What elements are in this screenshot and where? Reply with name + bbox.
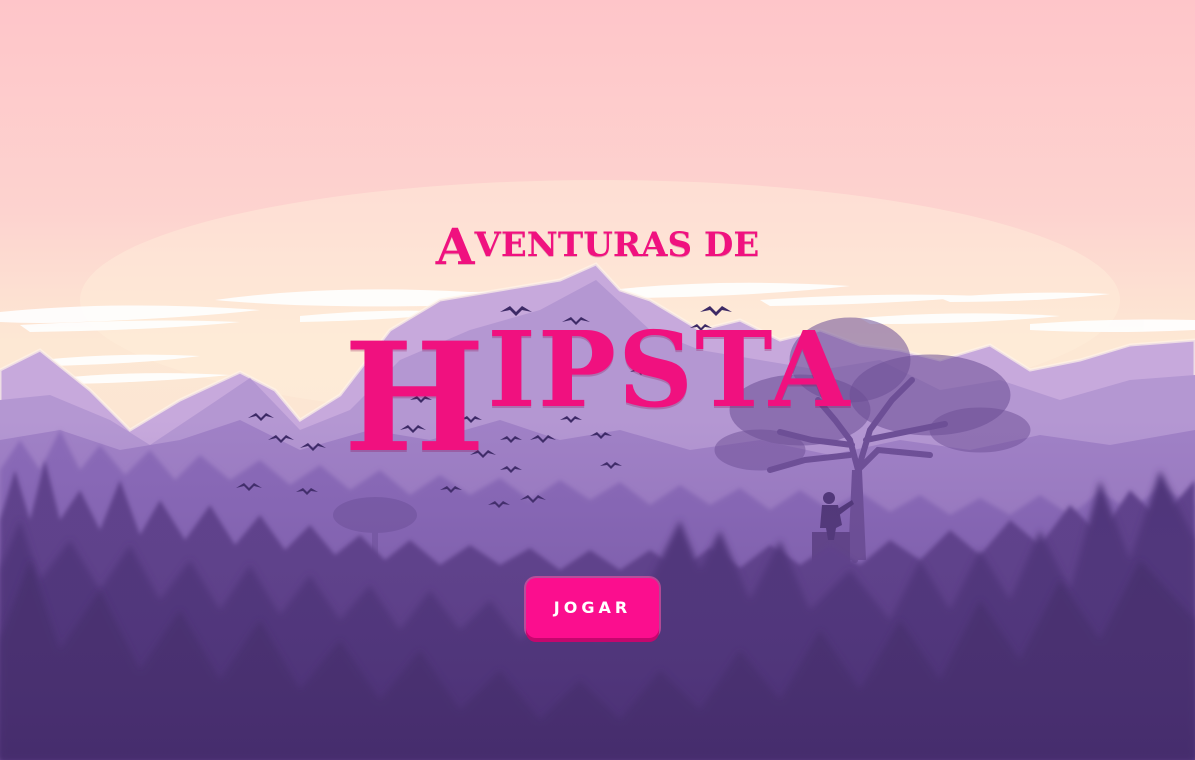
title-line2-rest: IPSTA xyxy=(487,308,852,431)
game-title-line1: AVENTURAS DE xyxy=(0,222,1195,272)
game-title-line2: HIPSTA xyxy=(0,318,1195,474)
play-button[interactable]: JOGAR xyxy=(526,578,659,638)
title-line1-rest: VENTURAS DE xyxy=(474,225,760,265)
title-line1-initial: A xyxy=(435,217,475,276)
title-line2-initial: H xyxy=(343,310,488,486)
